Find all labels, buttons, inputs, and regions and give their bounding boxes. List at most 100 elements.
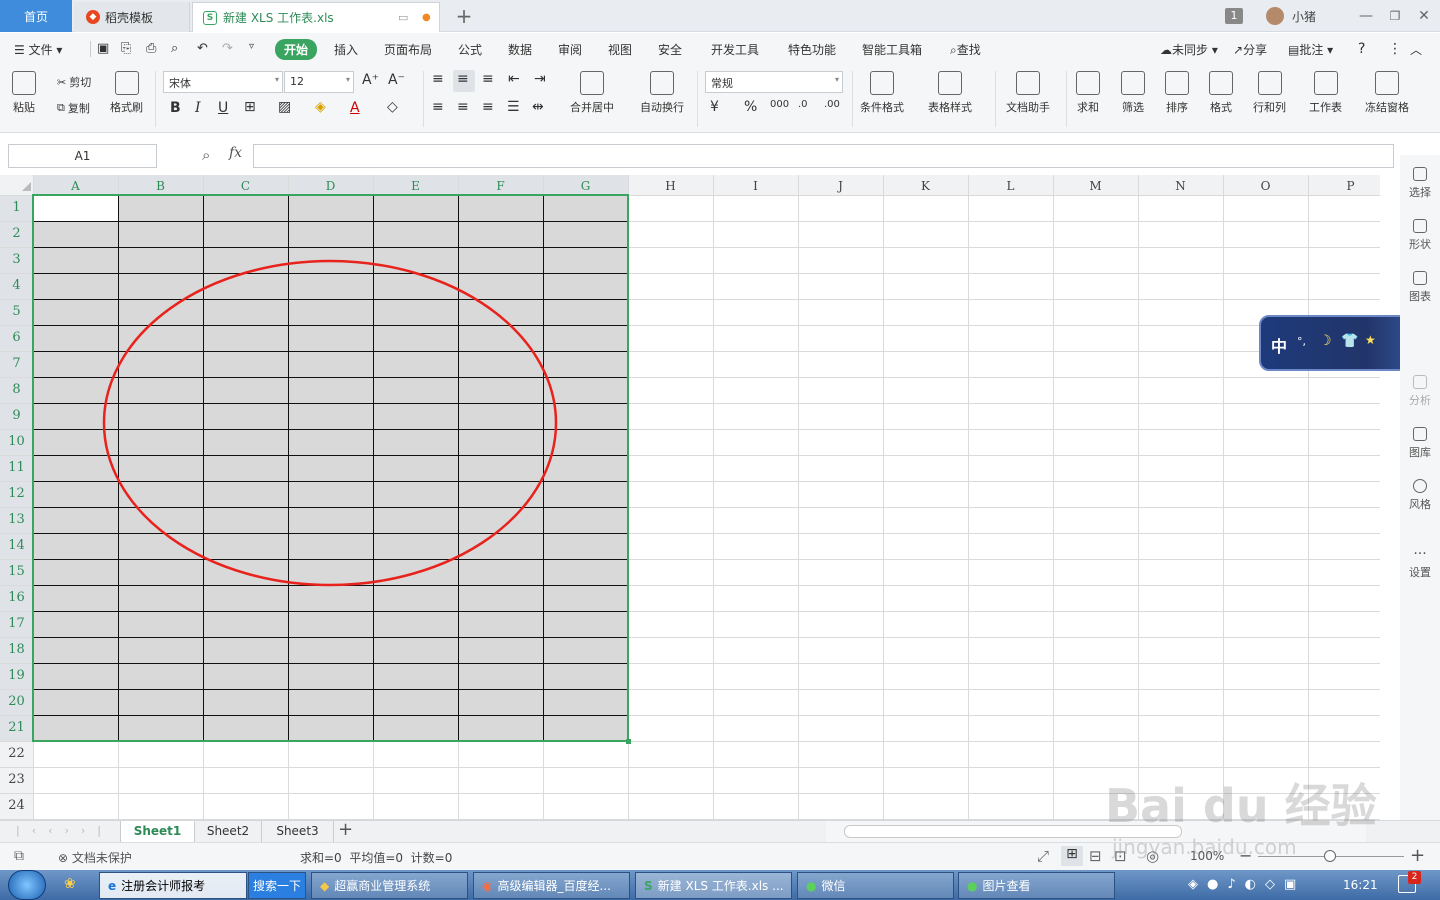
decrease-decimal-icon[interactable]: .00 (824, 99, 840, 110)
table-style-button[interactable]: 表格样式 (928, 71, 972, 115)
format-painter-button[interactable]: 格式刷 (110, 71, 143, 115)
share-button[interactable]: ↗分享 (1233, 41, 1267, 58)
formula-input[interactable] (253, 144, 1394, 168)
system-tray-icons[interactable]: ◈●♪◐◇▣ (1188, 877, 1305, 892)
minimize-icon[interactable]: — (1356, 6, 1376, 26)
window-count-badge[interactable]: 1 (1225, 8, 1243, 24)
zoom-search-icon[interactable]: ⌕ (202, 146, 210, 164)
task-item-6[interactable]: ● 微信 (797, 872, 954, 899)
italic-icon[interactable]: I (195, 100, 201, 116)
moon-icon[interactable]: ☽ (1319, 333, 1332, 349)
increase-font-icon[interactable]: A⁺ (362, 72, 379, 88)
cut-button[interactable]: ✂ 剪切 (57, 74, 91, 90)
task-item-7[interactable]: ● 图片查看 (958, 872, 1115, 899)
search-button[interactable]: ⌕查找 (950, 41, 981, 58)
conditional-format-button[interactable]: 条件格式 (860, 71, 904, 115)
star-icon[interactable]: ★ (1365, 333, 1376, 347)
fill-pattern-icon[interactable]: ▨ (278, 99, 291, 115)
filter-button[interactable]: 筛选 (1121, 71, 1145, 115)
merge-center-button[interactable]: 合并居中 (570, 71, 614, 115)
user-name[interactable]: 小猪 (1292, 8, 1316, 25)
task-item-4[interactable]: ◉ 高级编辑器_百度经... (473, 872, 630, 899)
skin-icon[interactable]: 👕 (1341, 333, 1358, 349)
clock[interactable]: 16:21 (1343, 878, 1378, 892)
format-button[interactable]: 格式 (1209, 71, 1233, 115)
monitor-icon[interactable]: ▭ (398, 11, 408, 24)
bold-icon[interactable]: B (170, 100, 181, 116)
quick-access-dropdown-icon[interactable]: ▿ (249, 41, 254, 52)
fullscreen-icon[interactable]: ⤢ (1037, 847, 1049, 865)
task-item-5[interactable]: S 新建 XLS 工作表.xls ... (635, 872, 792, 899)
auto-wrap-button[interactable]: 自动换行 (640, 71, 684, 115)
task-item-1[interactable]: e 注册会计师报考 (99, 872, 247, 899)
align-middle-button[interactable]: ≡ (453, 70, 475, 92)
zoom-slider-handle[interactable] (1324, 850, 1336, 862)
right-panel-style[interactable]: 风格 (1400, 479, 1440, 512)
percent-icon[interactable]: % (744, 99, 757, 115)
menu-tab-page-layout[interactable]: 页面布局 (384, 41, 432, 58)
zoom-in-icon[interactable]: + (1410, 845, 1425, 866)
collapse-ribbon-icon[interactable]: ︿ (1410, 41, 1422, 58)
start-button-icon[interactable] (8, 870, 46, 900)
align-right-icon[interactable]: ≡ (482, 99, 494, 115)
task-search-button[interactable]: 搜索一下 (248, 872, 306, 899)
sum-button[interactable]: 求和 (1076, 71, 1100, 115)
indent-increase-icon[interactable]: ⇥ (534, 71, 546, 87)
right-panel-analysis[interactable]: 分析 (1400, 375, 1440, 408)
currency-icon[interactable]: ¥ (710, 99, 719, 115)
undo-icon[interactable]: ↶ (197, 41, 208, 56)
align-center-icon[interactable]: ≡ (457, 99, 469, 115)
font-size-select[interactable]: 12 (284, 71, 354, 93)
font-name-select[interactable]: 宋体 (163, 71, 283, 93)
menu-tab-security[interactable]: 安全 (658, 41, 682, 58)
tab-home[interactable]: 首页 (0, 0, 72, 32)
name-box[interactable]: A1 (8, 144, 157, 168)
save-icon[interactable]: ▣ (97, 41, 109, 56)
avatar[interactable] (1266, 7, 1284, 25)
normal-view-icon[interactable]: ⊞ (1061, 846, 1083, 866)
new-tab-plus-icon[interactable]: + (454, 4, 474, 28)
worksheet-button[interactable]: 工作表 (1309, 71, 1342, 115)
eraser-icon[interactable]: ◇ (387, 99, 398, 115)
indent-decrease-icon[interactable]: ⇤ (508, 71, 520, 87)
right-panel-settings[interactable]: ··· 设置 (1400, 547, 1440, 580)
right-panel-select[interactable]: 选择 (1400, 167, 1440, 200)
copy-button[interactable]: ⧉ 复制 (57, 100, 90, 116)
add-sheet-icon[interactable]: + (338, 819, 353, 840)
tab-draft-templates[interactable]: ◆ 稻壳模板 (74, 2, 190, 32)
sheet-tab-2[interactable]: Sheet2 (195, 821, 262, 843)
help-icon[interactable]: ? (1358, 41, 1365, 57)
freeze-panes-button[interactable]: 冻结窗格 (1365, 71, 1409, 115)
print-icon[interactable]: ⎙ (146, 41, 156, 56)
align-left-icon[interactable]: ≡ (432, 99, 444, 115)
protect-status[interactable]: ⊗ 文档未保护 (58, 849, 132, 866)
comment-button[interactable]: ▤批注 ▾ (1288, 41, 1333, 58)
menu-tab-view[interactable]: 视图 (608, 41, 632, 58)
sync-button[interactable]: ☁未同步 ▾ (1160, 41, 1218, 58)
underline-icon[interactable]: U (218, 100, 228, 116)
close-icon[interactable]: ✕ (1414, 6, 1434, 26)
export-icon[interactable]: ⎘ (121, 41, 131, 56)
font-color-icon[interactable]: A (350, 100, 360, 116)
thousands-icon[interactable]: 000 (770, 99, 789, 110)
sheet-nav-arrows-icon[interactable]: |‹‹››| (16, 824, 113, 837)
align-top-icon[interactable]: ≡ (432, 71, 444, 87)
function-icon[interactable]: fx (229, 145, 242, 161)
redo-icon[interactable]: ↷ (222, 41, 233, 56)
ime-mode-label[interactable]: 中 (1271, 333, 1287, 357)
right-panel-gallery[interactable]: 图库 (1400, 427, 1440, 460)
page-break-view-icon[interactable]: ⊟ (1089, 847, 1102, 865)
print-preview-icon[interactable]: ⌕ (171, 41, 178, 56)
distributed-icon[interactable]: ⇹ (532, 99, 544, 115)
menu-tab-special[interactable]: 特色功能 (788, 41, 836, 58)
menu-tab-developer[interactable]: 开发工具 (711, 41, 759, 58)
menu-tab-smart-toolbox[interactable]: 智能工具箱 (862, 41, 922, 58)
sort-button[interactable]: 排序 (1165, 71, 1189, 115)
restore-icon[interactable]: ❐ (1385, 6, 1405, 26)
tab-document[interactable]: S 新建 XLS 工作表.xls ▭ ● (192, 2, 440, 32)
more-options-icon[interactable]: ⋮ (1388, 41, 1402, 57)
menu-tab-data[interactable]: 数据 (508, 41, 532, 58)
file-menu[interactable]: ☰ 文件 ▾ (14, 41, 62, 58)
menu-tab-home[interactable]: 开始 (275, 39, 318, 60)
punctuation-icon[interactable]: °, (1297, 335, 1306, 348)
